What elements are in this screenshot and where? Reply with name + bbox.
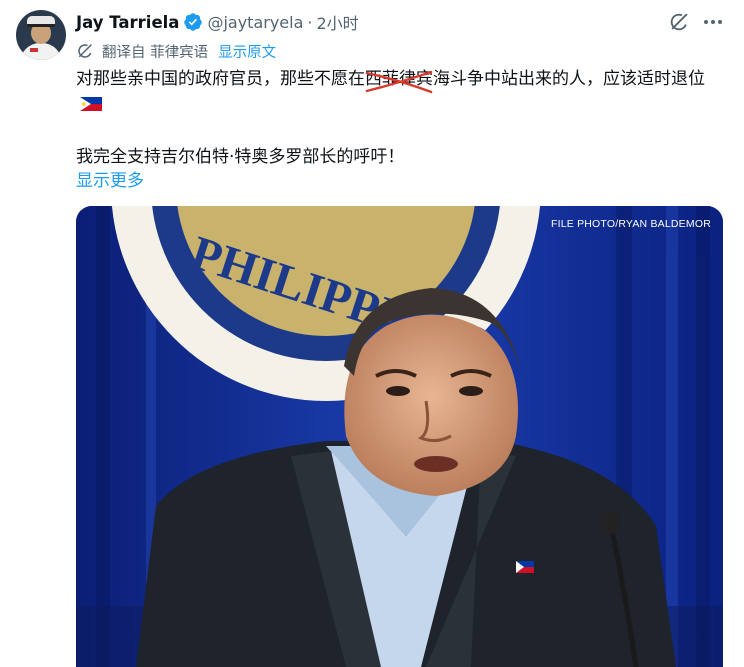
tweet-timestamp[interactable]: 2小时 — [316, 10, 358, 34]
tweet-text-suffix: 海斗争中站出来的人，应该适时退位 — [433, 69, 705, 89]
tweet-paragraph-2: 我完全支持吉尔伯特·特奥多罗部长的呼吁！ — [76, 147, 405, 167]
translation-row: 翻译自 菲律宾语 显示原文 — [76, 40, 276, 62]
author-handle[interactable]: @jaytaryela — [207, 13, 303, 32]
more-options-button[interactable] — [702, 11, 724, 33]
show-more-link[interactable]: 显示更多 — [76, 166, 144, 191]
struck-text: 西菲律宾 — [365, 69, 433, 94]
show-original-link[interactable]: 显示原文 — [218, 41, 276, 62]
header-separator: · — [307, 12, 313, 32]
avatar-uniform — [20, 43, 62, 60]
photo-illustration: PHILIPPINES — [76, 206, 723, 667]
author-name[interactable]: Jay Tarriela — [76, 13, 179, 32]
tweet-paragraph-1: 对那些亲中国的政府官员，那些不愿在西菲律宾 海斗争中站出来的人，应该适时退位 — [76, 66, 728, 118]
tweet-media-image[interactable]: PHILIPPINES FILE PHOTO/RYAN BALDEMOR — [76, 206, 723, 667]
more-icon — [718, 20, 722, 24]
tweet-header: Jay Tarriela @jaytaryela · 2小时 — [76, 10, 359, 34]
translate-icon — [78, 44, 92, 58]
struck-text-label: 西菲律宾 — [365, 69, 433, 89]
translation-label: 翻译自 菲律宾语 — [102, 44, 209, 61]
photo-credit: FILE PHOTO/RYAN BALDEMOR — [550, 218, 711, 230]
tweet-text: 对那些亲中国的政府官员，那些不愿在西菲律宾 海斗争中站出来的人，应该适时退位 我完… — [76, 66, 728, 170]
grok-icon[interactable] — [668, 11, 690, 33]
verified-badge-icon — [184, 13, 203, 31]
avatar-cap — [27, 16, 55, 27]
philippines-flag-icon — [80, 97, 102, 111]
avatar-medal — [30, 48, 38, 52]
more-icon — [704, 20, 708, 24]
avatar[interactable] — [16, 10, 66, 60]
more-icon — [711, 20, 715, 24]
tweet-text-prefix: 对那些亲中国的政府官员，那些不愿在 — [76, 69, 365, 89]
